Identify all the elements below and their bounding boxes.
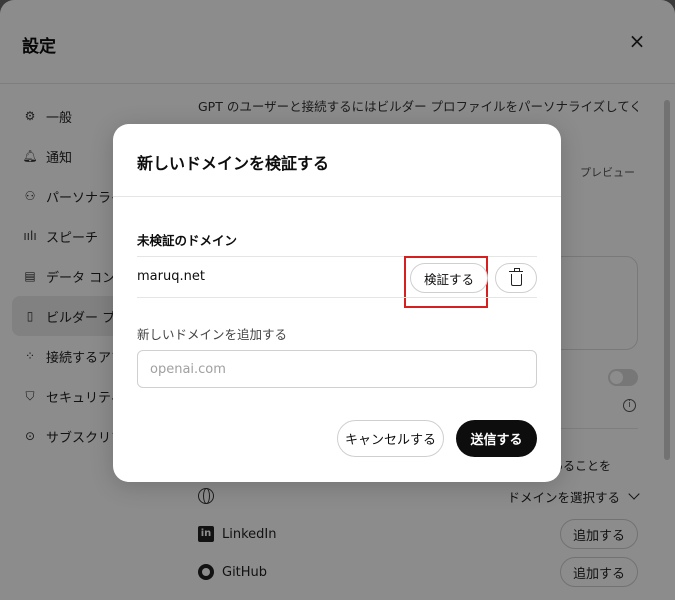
unverified-domain-name: maruq.net bbox=[137, 269, 205, 284]
trash-icon bbox=[508, 267, 523, 286]
cancel-button[interactable]: キャンセルする bbox=[337, 420, 444, 457]
divider bbox=[113, 196, 561, 197]
unverified-domains-label: 未検証のドメイン bbox=[137, 233, 238, 248]
new-domain-input[interactable] bbox=[137, 350, 537, 388]
delete-domain-button[interactable] bbox=[495, 263, 537, 293]
send-button[interactable]: 送信する bbox=[456, 420, 537, 457]
verify-button[interactable]: 検証する bbox=[410, 263, 488, 293]
add-domain-label: 新しいドメインを追加する bbox=[137, 327, 288, 342]
dialog-title: 新しいドメインを検証する bbox=[137, 154, 330, 173]
verify-domain-dialog: 新しいドメインを検証する 未検証のドメイン maruq.net 検証する 新しい… bbox=[113, 124, 561, 482]
divider bbox=[137, 297, 537, 298]
